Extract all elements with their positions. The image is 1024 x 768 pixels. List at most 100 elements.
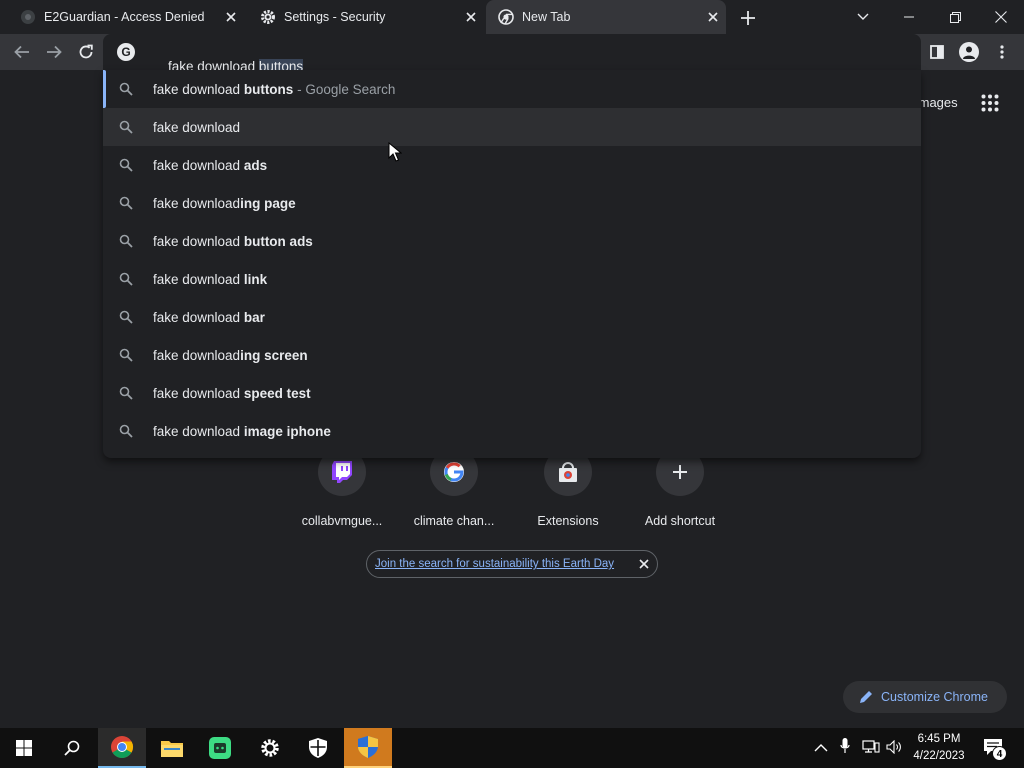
taskbar-file-explorer[interactable] — [148, 728, 196, 768]
plus-icon — [741, 11, 755, 25]
tab-settings-security[interactable]: Settings - Security — [248, 0, 484, 34]
tab-search-button[interactable] — [840, 0, 886, 34]
suggestion-item[interactable]: fake download speed test — [103, 374, 921, 412]
earth-day-promo: Join the search for sustainability this … — [366, 550, 658, 578]
shortcut-extensions[interactable]: Extensions — [520, 448, 616, 528]
suggestion-item[interactable]: fake download bar — [103, 298, 921, 336]
notification-count-badge: 4 — [992, 746, 1007, 761]
close-icon[interactable] — [706, 10, 720, 24]
shortcut-climate[interactable]: climate chan... — [406, 448, 502, 528]
suggestion-item[interactable]: fake download ads — [103, 146, 921, 184]
search-icon — [119, 272, 133, 286]
e2guardian-icon — [20, 9, 36, 25]
suggestion-bold-text: bar — [243, 309, 265, 325]
suggestion-text: fake download — [153, 271, 244, 287]
google-icon: G — [117, 43, 135, 61]
suggestion-item[interactable]: fake download link — [103, 260, 921, 298]
gear-icon — [261, 739, 279, 757]
side-panel-icon — [930, 45, 944, 59]
suggestion-item[interactable]: fake download buttons - Google Search — [103, 70, 921, 108]
minimize-icon — [904, 16, 914, 18]
minimize-button[interactable] — [886, 0, 932, 34]
suggestion-bold-text: button ads — [243, 233, 313, 249]
omnibox-suggestions: fake download buttons - Google Search fa… — [103, 70, 921, 458]
suggestion-item[interactable]: fake downloading page — [103, 184, 921, 222]
suggestion-text: fake download — [153, 347, 241, 363]
suggestion-item[interactable]: fake download — [103, 108, 921, 146]
tab-e2guardian[interactable]: E2Guardian - Access Denied — [8, 0, 244, 34]
forward-button[interactable] — [40, 38, 68, 66]
arrow-left-icon — [14, 45, 29, 59]
close-window-button[interactable] — [978, 0, 1024, 34]
images-link[interactable]: Images — [915, 95, 958, 110]
network-icon[interactable] — [862, 740, 880, 756]
search-icon — [119, 386, 133, 400]
reload-button[interactable] — [72, 38, 100, 66]
suggestion-bold-text: ads — [243, 157, 268, 173]
suggestion-text: fake download — [153, 309, 244, 325]
search-icon — [119, 424, 133, 438]
chrome-icon — [111, 736, 133, 758]
promo-link[interactable]: Join the search for sustainability this … — [375, 558, 614, 570]
search-icon — [64, 740, 80, 756]
tab-title: New Tab — [522, 10, 571, 24]
start-button[interactable] — [0, 728, 48, 768]
profile-button[interactable] — [959, 42, 979, 62]
suggestion-bold-text: image iphone — [243, 423, 331, 439]
clock[interactable]: 6:45 PM 4/22/2023 — [906, 731, 972, 765]
close-icon[interactable] — [464, 10, 478, 24]
search-icon — [119, 348, 133, 362]
search-icon — [119, 196, 133, 210]
add-shortcut-button[interactable]: Add shortcut — [632, 448, 728, 528]
suggestion-bold-text: ing screen — [240, 347, 308, 363]
suggestion-item[interactable]: fake downloading screen — [103, 336, 921, 374]
suggestion-bold-text: speed test — [243, 385, 311, 401]
search-icon — [119, 82, 133, 96]
shortcut-collabvm[interactable]: collabvmgue... — [294, 448, 390, 528]
windows-logo-icon — [16, 740, 32, 756]
suggestion-bold-text: ing page — [240, 195, 296, 211]
selection-indicator — [103, 70, 106, 108]
taskbar-app[interactable] — [196, 728, 244, 768]
uac-shield-icon — [358, 736, 378, 758]
restore-button[interactable] — [932, 0, 978, 34]
person-icon — [963, 46, 975, 59]
taskbar-windows-security[interactable] — [294, 728, 342, 768]
customize-chrome-button[interactable]: Customize Chrome — [843, 681, 1007, 713]
menu-button[interactable] — [996, 44, 1008, 60]
taskbar-search-button[interactable] — [48, 728, 96, 768]
back-button[interactable] — [8, 38, 36, 66]
close-icon[interactable] — [639, 559, 649, 569]
suggestion-item[interactable]: fake download image iphone — [103, 412, 921, 450]
omnibox[interactable]: G fake download buttons — [103, 34, 921, 74]
shortcut-label: collabvmgue... — [301, 514, 383, 528]
suggestion-text: fake download — [153, 119, 241, 135]
clock-date: 4/22/2023 — [913, 750, 965, 762]
shortcut-label: Extensions — [537, 514, 599, 528]
reload-icon — [79, 44, 93, 59]
suggestion-item[interactable]: fake download button ads — [103, 222, 921, 260]
taskbar-uac-prompt[interactable] — [344, 728, 392, 768]
show-hidden-icons-button[interactable] — [814, 740, 830, 756]
customize-label: Customize Chrome — [881, 690, 988, 704]
new-tab-button[interactable] — [738, 8, 758, 28]
side-panel-button[interactable] — [928, 43, 946, 61]
volume-icon[interactable] — [886, 739, 904, 756]
shortcut-label: Add shortcut — [644, 514, 716, 528]
suggestion-text: fake download — [153, 157, 244, 173]
tab-new-tab[interactable]: New Tab — [486, 0, 726, 34]
search-icon — [119, 120, 133, 134]
tab-title: Settings - Security — [284, 10, 386, 24]
mouse-cursor-icon — [388, 141, 403, 162]
shield-icon — [309, 738, 327, 758]
microphone-icon[interactable] — [840, 738, 854, 756]
taskbar-chrome[interactable] — [98, 728, 146, 768]
suggestion-text: fake download — [153, 233, 244, 249]
suggestion-text: fake download — [153, 195, 241, 211]
taskbar-settings[interactable] — [246, 728, 294, 768]
google-apps-button[interactable] — [981, 94, 999, 112]
suggestion-text: fake download — [153, 385, 244, 401]
shortcut-label: climate chan... — [413, 514, 495, 528]
close-icon[interactable] — [224, 10, 238, 24]
action-center-button[interactable]: 4 — [980, 736, 1008, 762]
